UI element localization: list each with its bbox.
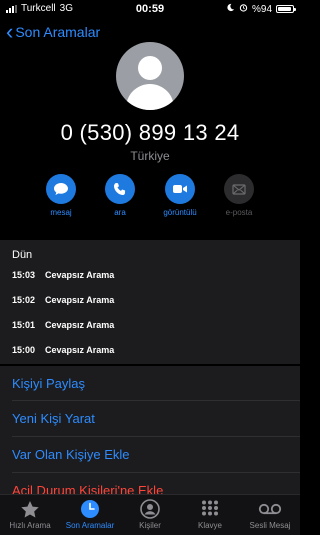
video-button[interactable]: görüntülü <box>150 174 210 217</box>
tab-voicemail[interactable]: Sesli Mesaj <box>240 499 300 530</box>
message-icon <box>46 174 76 204</box>
divider <box>12 436 300 437</box>
call-label: ara <box>114 208 126 217</box>
call-row: 15:03 Cevapsız Arama <box>12 270 114 280</box>
tab-label: Klavye <box>197 521 222 530</box>
call-time: 15:02 <box>12 295 36 305</box>
alarm-icon <box>239 3 248 15</box>
phone-icon <box>105 174 135 204</box>
star-icon <box>0 499 60 519</box>
tab-recents[interactable]: Son Aramalar <box>60 499 120 530</box>
back-label: Son Aramalar <box>15 24 101 40</box>
phone-number: 0 (530) 899 13 24 <box>60 120 240 145</box>
call-time: 15:00 <box>12 345 36 355</box>
call-time: 15:03 <box>12 270 36 280</box>
tab-favorites[interactable]: Hızlı Arama <box>0 499 60 530</box>
message-label: mesaj <box>50 208 72 217</box>
call-row: 15:02 Cevapsız Arama <box>12 295 114 305</box>
call-type: Cevapsız Arama <box>45 295 115 305</box>
chevron-left-icon: ‹ <box>6 19 14 44</box>
tab-label: Sesli Mesaj <box>249 521 291 530</box>
call-date: Dün <box>12 249 33 261</box>
divider <box>12 400 300 401</box>
video-label: görüntülü <box>163 208 197 217</box>
call-type: Cevapsız Arama <box>45 320 115 330</box>
tab-label: Kişiler <box>139 521 161 530</box>
mail-label: e-posta <box>225 208 253 217</box>
status-bar: Turkcell 3G 00:59 %94 <box>0 0 300 18</box>
call-button[interactable]: ara <box>90 174 150 217</box>
keypad-icon <box>180 499 240 519</box>
add-existing-contact-button[interactable]: Var Olan Kişiye Ekle <box>12 447 130 462</box>
battery-fill <box>278 7 292 11</box>
call-type: Cevapsız Arama <box>45 270 115 280</box>
tab-contacts[interactable]: Kişiler <box>120 499 180 530</box>
action-buttons: mesaj ara görüntülü e-posta <box>0 174 300 222</box>
battery-label: %94 <box>251 3 272 15</box>
call-row: 15:01 Cevapsız Arama <box>12 320 114 330</box>
avatar <box>116 42 184 110</box>
battery-icon <box>276 5 296 13</box>
call-row: 15:00 Cevapsız Arama <box>12 345 114 355</box>
video-icon <box>165 174 195 204</box>
message-button[interactable]: mesaj <box>31 174 91 217</box>
call-type: Cevapsız Arama <box>45 345 115 355</box>
tab-keypad[interactable]: Klavye <box>180 499 240 530</box>
moon-icon <box>226 3 235 15</box>
share-contact-button[interactable]: Kişiyi Paylaş <box>12 376 85 391</box>
tab-label: Son Aramalar <box>65 521 115 530</box>
back-button[interactable]: ‹ Son Aramalar <box>6 19 101 44</box>
mail-button[interactable]: e-posta <box>209 174 269 217</box>
clock-icon <box>60 499 120 519</box>
tab-bar: Hızlı Arama Son Aramalar Kişiler Klavye … <box>0 494 300 535</box>
mail-icon <box>224 174 254 204</box>
contacts-icon <box>120 499 180 519</box>
contact-menu: Kişiyi Paylaş Yeni Kişi Yarat Var Olan K… <box>0 366 300 500</box>
voicemail-icon <box>240 499 300 519</box>
divider <box>12 472 300 473</box>
call-history: Dün 15:03 Cevapsız Arama 15:02 Cevapsız … <box>0 240 300 364</box>
create-contact-button[interactable]: Yeni Kişi Yarat <box>12 411 95 426</box>
country-label: Türkiye <box>130 149 170 163</box>
call-time: 15:01 <box>12 320 36 330</box>
tab-label: Hızlı Arama <box>9 521 51 530</box>
status-right: %94 <box>226 3 296 15</box>
